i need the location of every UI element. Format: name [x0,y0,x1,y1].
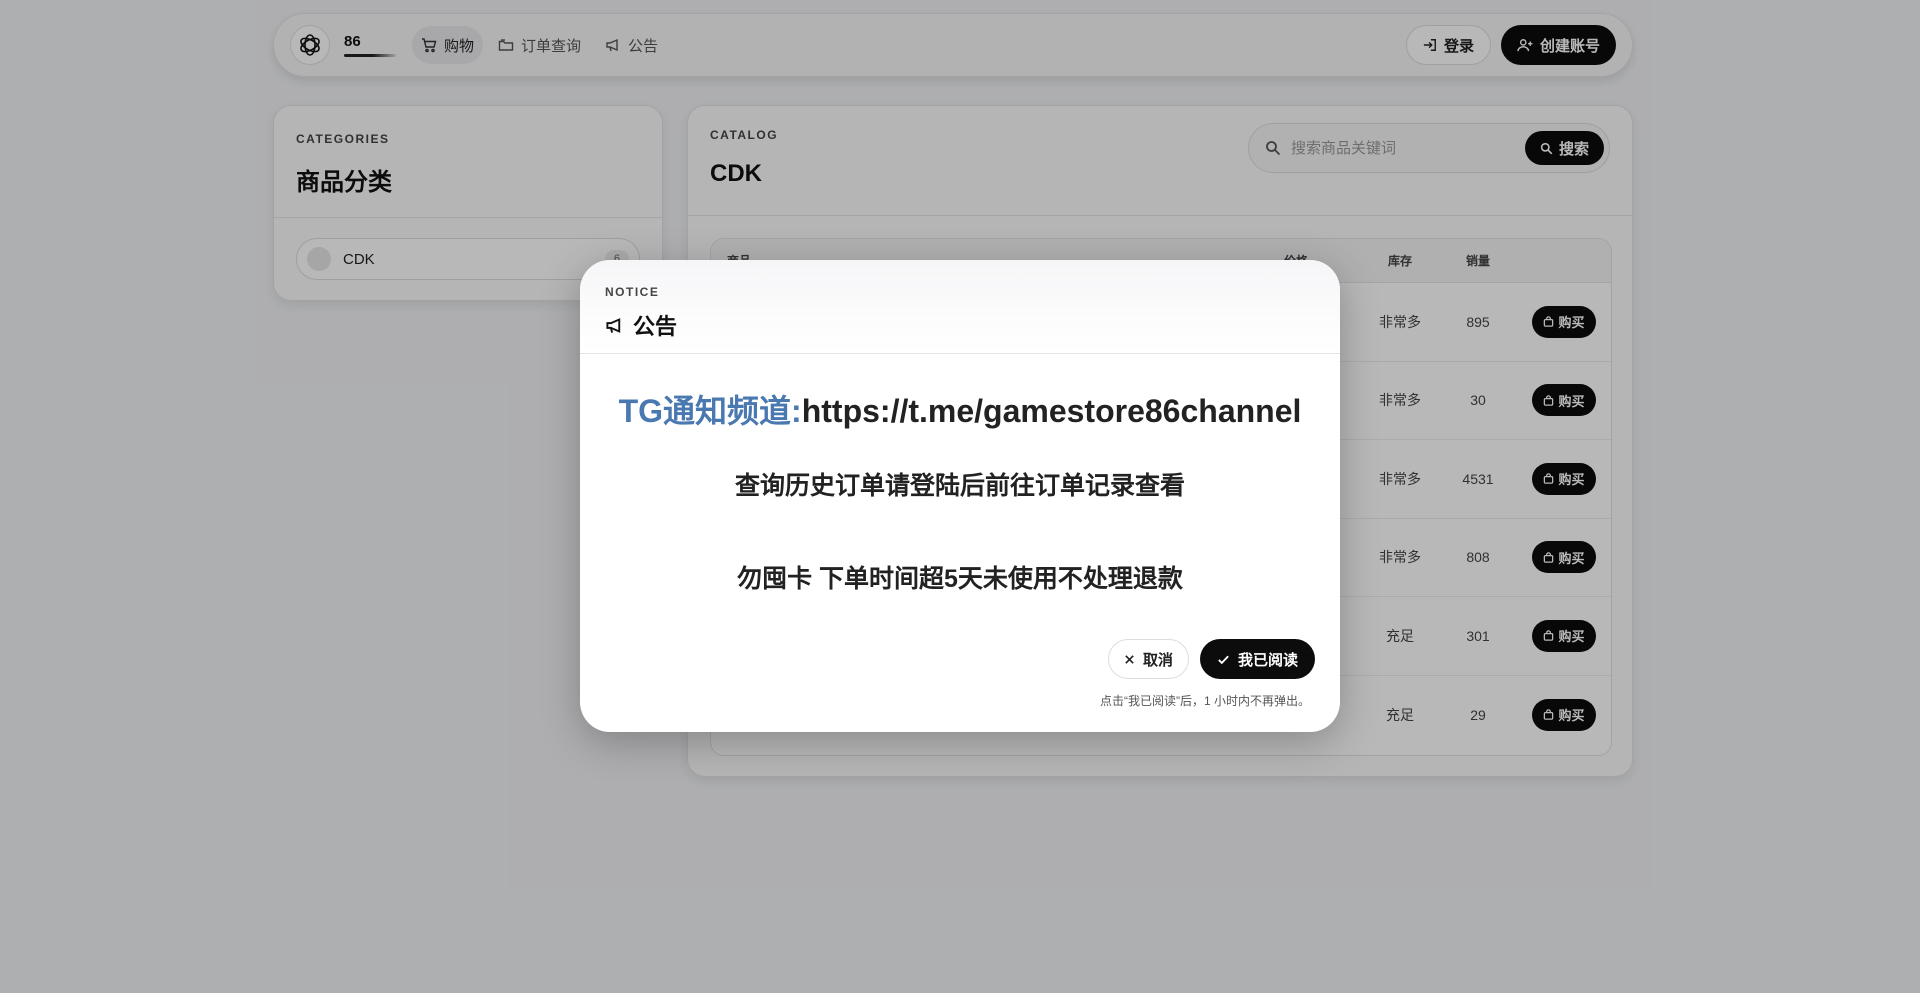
cancel-label: 取消 [1142,651,1173,669]
modal-hint: 点击“我已阅读”后，1 小时内不再弹出。 [1099,694,1310,708]
megaphone-icon [606,317,621,333]
cancel-button[interactable]: 取消 [1107,639,1189,679]
notice-modal: NOTICE 公告 TG通知频道:https://t.me/gamestore8… [580,260,1340,732]
tg-channel-link[interactable]: https://t.me/gamestore86channel [802,393,1302,429]
tg-channel-label: TG通知频道: [618,393,802,429]
modal-title-text: 公告 [633,314,678,339]
notice-line-history: 查询历史订单请登陆后前往订单记录查看 [734,472,1185,500]
modal-body: TG通知频道:https://t.me/gamestore86channel 查… [580,354,1340,595]
modal-eyebrow: NOTICE [605,285,660,299]
close-icon [1125,654,1134,664]
notice-line-refund: 勿囤卡 下单时间超5天未使用不处理退款 [737,565,1183,593]
mark-read-label: 我已阅读 [1237,651,1298,669]
modal-title: 公告 [605,309,1315,341]
check-icon [1218,655,1229,664]
modal-actions: 取消 我已阅读 [1107,639,1315,679]
tg-channel-line: TG通知频道:https://t.me/gamestore86channel [580,386,1340,432]
modal-header: NOTICE 公告 [580,260,1340,354]
mark-read-button[interactable]: 我已阅读 [1199,639,1315,679]
